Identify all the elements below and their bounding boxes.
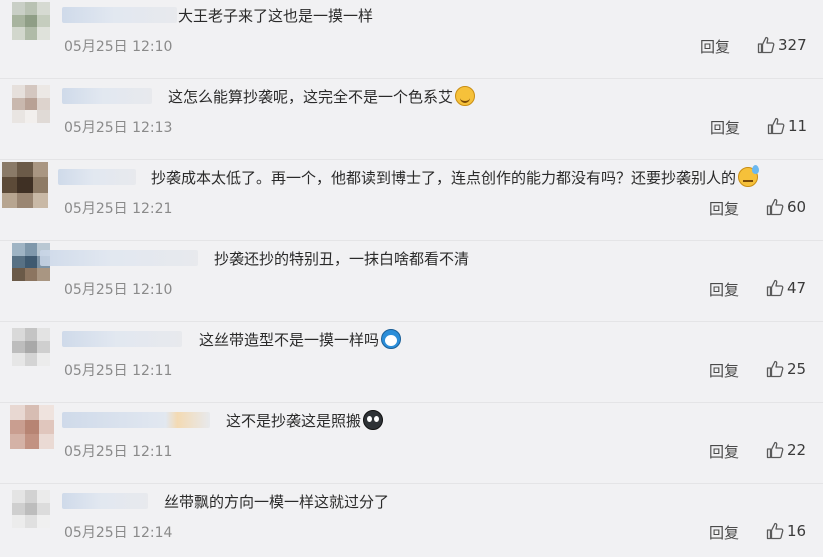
reply-button[interactable]: 回复: [709, 441, 739, 462]
avatar[interactable]: [12, 490, 50, 528]
comment-body: 大王老子来了这也是一摸一样: [178, 7, 374, 25]
like-count: 16: [787, 522, 807, 540]
timestamp: 05月25日 12:21: [64, 201, 173, 217]
like-button[interactable]: 25: [766, 358, 806, 380]
comment-text: 大王老子来了这也是一摸一样: [178, 5, 373, 27]
timestamp: 05月25日 12:13: [64, 120, 173, 136]
username-blurred[interactable]: [40, 250, 198, 266]
comment-item: 抄袭成本太低了。再一个，他都读到博士了，连点创作的能力都没有吗？还要抄袭别人的 …: [0, 160, 823, 241]
timestamp: 05月25日 12:11: [64, 363, 173, 379]
comment-text: 丝带飘的方向一模一样这就过分了: [164, 491, 389, 513]
reply-button[interactable]: 回复: [709, 198, 739, 219]
comment-list: 大王老子来了这也是一摸一样 05月25日 12:10 回复 327 这怎么能算抄…: [0, 0, 823, 557]
username-blurred[interactable]: [62, 88, 152, 104]
timestamp: 05月25日 12:11: [64, 444, 173, 460]
avatar[interactable]: [12, 2, 50, 40]
like-button[interactable]: 11: [767, 115, 807, 137]
like-count: 47: [787, 279, 807, 297]
comment-text: 抄袭还抄的特别丑，一抹白啥都看不清: [214, 248, 469, 270]
like-button[interactable]: 327: [757, 34, 807, 56]
smile-emoji-icon: [455, 86, 476, 106]
comment-body: 抄袭成本太低了。再一个，他都读到博士了，连点创作的能力都没有吗？还要抄袭别人的: [151, 169, 737, 187]
like-count: 22: [787, 441, 807, 459]
username-blurred[interactable]: [58, 169, 136, 185]
username-blurred[interactable]: [62, 7, 177, 23]
thumbs-up-icon: [757, 36, 775, 54]
reply-button[interactable]: 回复: [709, 279, 739, 300]
comment-text: 抄袭成本太低了。再一个，他都读到博士了，连点创作的能力都没有吗？还要抄袭别人的: [151, 165, 760, 189]
thumbs-up-icon: [766, 441, 784, 459]
comment-item: 这丝带造型不是一摸一样吗 05月25日 12:11 回复 25: [0, 322, 823, 403]
comment-text: 这怎么能算抄袭呢，这完全不是一个色系艾: [168, 86, 476, 108]
comment-body: 这不是抄袭这是照搬: [226, 412, 362, 430]
username-blurred[interactable]: [62, 412, 210, 428]
thumbs-up-icon: [767, 117, 785, 135]
like-button[interactable]: 60: [766, 196, 806, 218]
reply-button[interactable]: 回复: [710, 117, 740, 138]
like-button[interactable]: 16: [766, 520, 806, 542]
timestamp: 05月25日 12:14: [64, 525, 173, 541]
avatar[interactable]: [12, 85, 50, 123]
like-count: 11: [788, 117, 808, 135]
comment-item: 大王老子来了这也是一摸一样 05月25日 12:10 回复 327: [0, 0, 823, 79]
comment-body: 抄袭还抄的特别丑，一抹白啥都看不清: [214, 250, 470, 268]
like-button[interactable]: 22: [766, 439, 806, 461]
reply-button[interactable]: 回复: [700, 36, 730, 57]
thumbs-up-icon: [766, 360, 784, 378]
reply-button[interactable]: 回复: [709, 360, 739, 381]
doraemon-emoji-icon: [381, 329, 402, 349]
like-count: 327: [778, 36, 807, 54]
avatar[interactable]: [12, 328, 50, 366]
dark-face-emoji-icon: [363, 410, 384, 430]
thumbs-up-icon: [766, 279, 784, 297]
like-button[interactable]: 47: [766, 277, 806, 299]
like-count: 60: [787, 198, 807, 216]
sweat-emoji-icon: [738, 165, 760, 187]
avatar[interactable]: [2, 162, 48, 208]
reply-button[interactable]: 回复: [709, 522, 739, 543]
comment-body: 这丝带造型不是一摸一样吗: [199, 331, 380, 349]
username-blurred[interactable]: [62, 493, 148, 509]
timestamp: 05月25日 12:10: [64, 39, 173, 55]
username-blurred[interactable]: [62, 331, 182, 347]
comment-item: 丝带飘的方向一模一样这就过分了 05月25日 12:14 回复 16: [0, 484, 823, 557]
comment-body: 丝带飘的方向一模一样这就过分了: [164, 493, 390, 511]
thumbs-up-icon: [766, 198, 784, 216]
like-count: 25: [787, 360, 807, 378]
comment-body: 这怎么能算抄袭呢，这完全不是一个色系艾: [168, 88, 454, 106]
thumbs-up-icon: [766, 522, 784, 540]
comment-item: 抄袭还抄的特别丑，一抹白啥都看不清 05月25日 12:10 回复 47: [0, 241, 823, 322]
comment-item: 这怎么能算抄袭呢，这完全不是一个色系艾 05月25日 12:13 回复 11: [0, 79, 823, 160]
avatar[interactable]: [10, 405, 54, 449]
timestamp: 05月25日 12:10: [64, 282, 173, 298]
comment-text: 这不是抄袭这是照搬: [226, 410, 384, 432]
comment-item: 这不是抄袭这是照搬 05月25日 12:11 回复 22: [0, 403, 823, 484]
comment-text: 这丝带造型不是一摸一样吗: [199, 329, 402, 351]
